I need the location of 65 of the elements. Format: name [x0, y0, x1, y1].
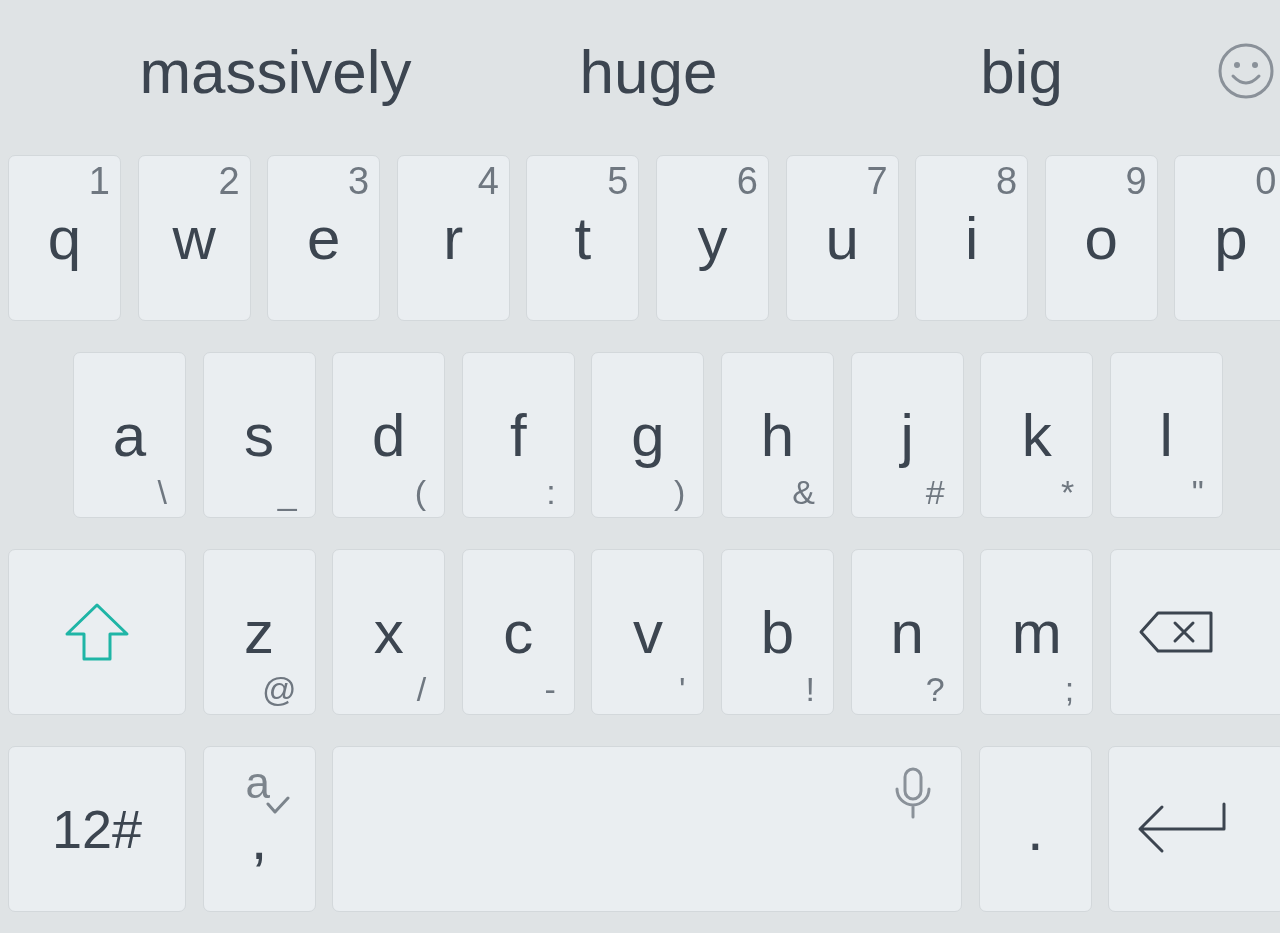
symbol-hint: #: [925, 475, 945, 509]
symbol-hint: ;: [1064, 672, 1075, 706]
number-hint: 2: [218, 162, 240, 200]
number-hint: 3: [348, 162, 370, 200]
symbol-hint: ?: [925, 672, 945, 706]
number-hint: 4: [477, 162, 499, 200]
key[interactable]: .: [978, 746, 1092, 912]
key[interactable]: o 9: [1044, 155, 1158, 321]
key[interactable]: r 4: [396, 155, 510, 321]
enter-key[interactable]: [1108, 746, 1280, 912]
key[interactable]: k *: [980, 352, 1094, 518]
key[interactable]: t 5: [526, 155, 640, 321]
number-hint: 8: [996, 162, 1018, 200]
autocorrect-hint: a: [245, 761, 271, 805]
key[interactable]: f :: [461, 352, 575, 518]
comma-key[interactable]: , a: [202, 746, 316, 912]
key[interactable]: b !: [720, 549, 834, 715]
number-hint: 7: [866, 162, 888, 200]
symbol-hint: ): [674, 475, 686, 509]
key[interactable]: h &: [720, 352, 834, 518]
key[interactable]: p 0: [1174, 155, 1280, 321]
number-hint: 5: [607, 162, 629, 200]
key[interactable]: a \: [73, 352, 186, 518]
key[interactable]: v ': [591, 549, 705, 715]
key[interactable]: g ): [591, 352, 705, 518]
key[interactable]: y 6: [655, 155, 769, 321]
symbol-hint: -: [544, 672, 556, 706]
symbol-hint: :: [546, 475, 556, 509]
suggestion[interactable]: massively: [89, 35, 462, 115]
shift-icon: [64, 602, 130, 662]
symbol-hint: ': [678, 672, 686, 706]
number-hint: 1: [88, 162, 110, 200]
symbol-hint: &: [792, 475, 815, 509]
key[interactable]: j #: [850, 352, 964, 518]
symbol-hint: _: [277, 475, 297, 509]
symbol-hint: (: [414, 475, 427, 509]
symbol-hint: \: [157, 475, 167, 509]
backspace-key[interactable]: [1109, 549, 1280, 715]
key[interactable]: i 8: [915, 155, 1029, 321]
key[interactable]: w 2: [137, 155, 251, 321]
number-hint: 0: [1255, 162, 1277, 200]
emoji-icon[interactable]: [1217, 42, 1275, 100]
symbol-hint: @: [262, 672, 297, 706]
key[interactable]: l ": [1109, 352, 1223, 518]
symbol-hint: /: [416, 672, 427, 706]
symbol-hint: *: [1060, 475, 1075, 509]
number-hint: 9: [1125, 162, 1147, 200]
suggestion[interactable]: huge: [462, 35, 835, 115]
key[interactable]: m ;: [980, 549, 1094, 715]
key[interactable]: e 3: [267, 155, 381, 321]
key[interactable]: u 7: [785, 155, 899, 321]
shift-key[interactable]: [8, 549, 186, 715]
suggestion[interactable]: big: [835, 35, 1208, 115]
number-hint: 6: [736, 162, 758, 200]
symbols-key[interactable]: 12#: [8, 746, 186, 912]
backspace-icon: [1137, 610, 1214, 654]
key[interactable]: x /: [332, 549, 446, 715]
key[interactable]: s _: [202, 352, 316, 518]
symbol-hint: ": [1191, 475, 1204, 509]
key[interactable]: z @: [202, 549, 316, 715]
key[interactable]: c -: [461, 549, 575, 715]
symbol-hint: !: [805, 672, 815, 706]
key[interactable]: n ?: [850, 549, 964, 715]
key[interactable]: q 1: [8, 155, 121, 321]
key[interactable]: d (: [332, 352, 446, 518]
